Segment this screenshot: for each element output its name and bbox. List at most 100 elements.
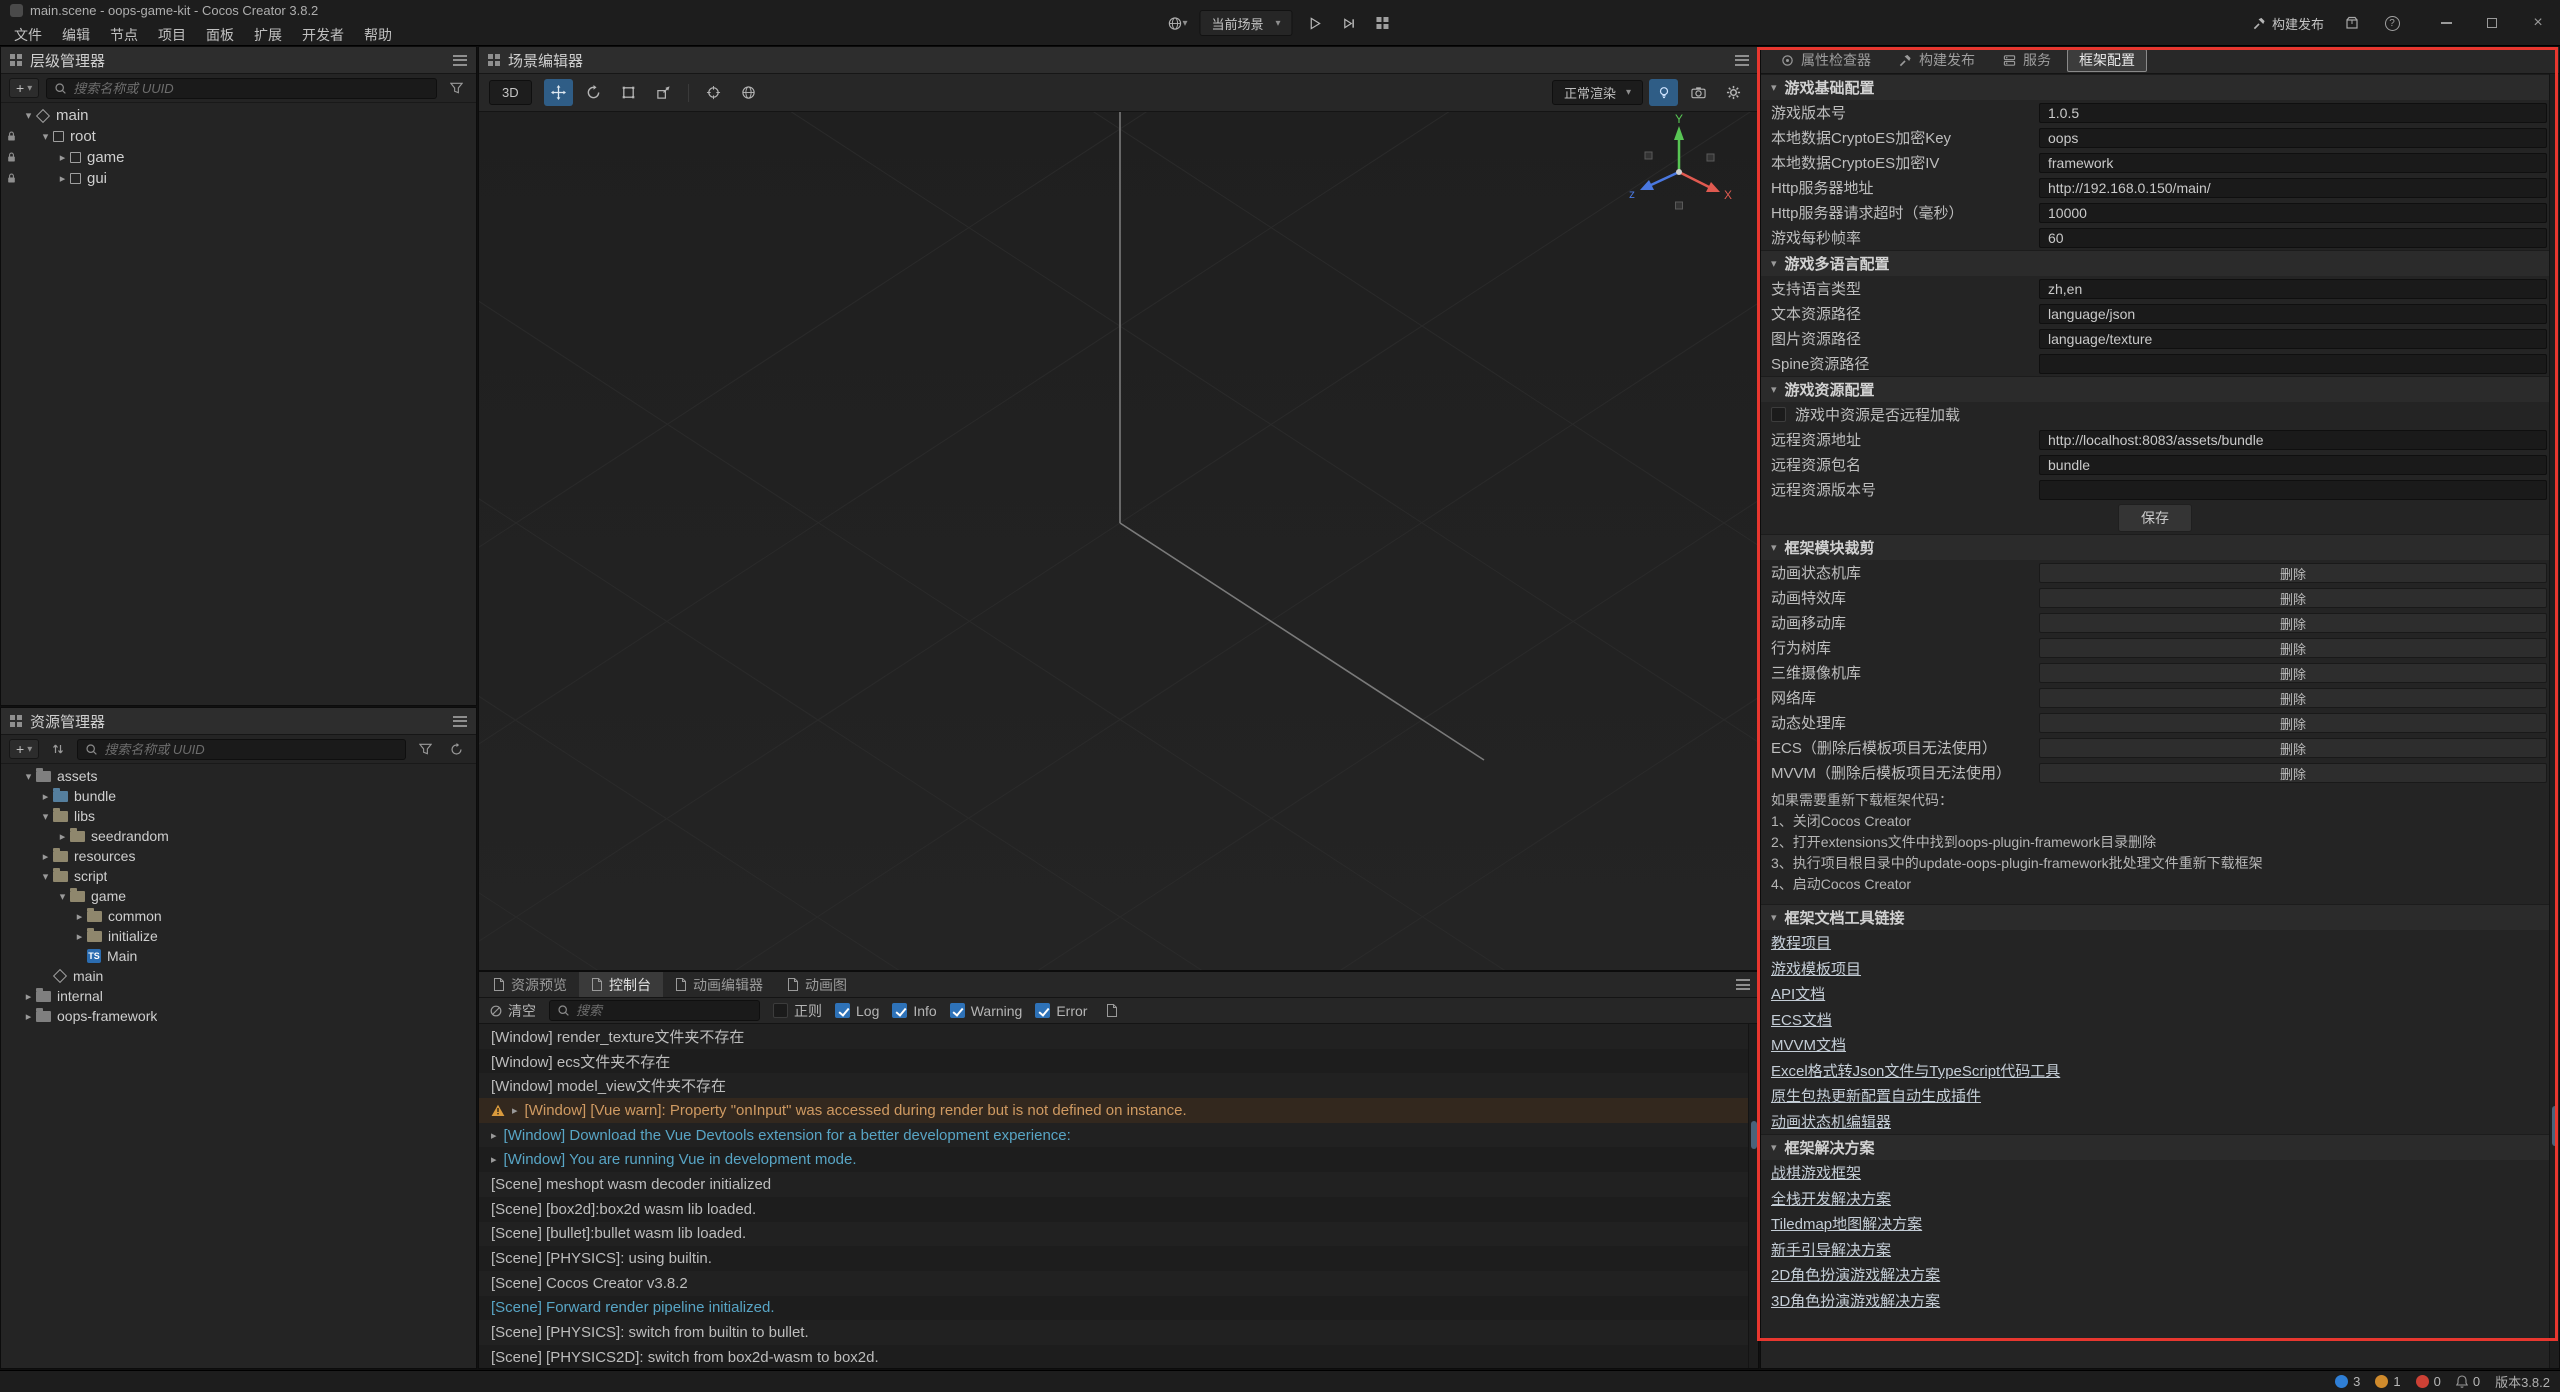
assets-menu-icon[interactable] xyxy=(453,716,467,727)
tree-item-game[interactable]: ▾game xyxy=(1,886,476,906)
menu-面板[interactable]: 面板 xyxy=(196,23,244,47)
filter-Error[interactable]: Error xyxy=(1035,1003,1087,1019)
section-header-resource[interactable]: ▾游戏资源配置 xyxy=(1761,376,2549,402)
doc-link[interactable]: MVVM文档 xyxy=(1771,1034,1846,1055)
inspector-tab-构建发布[interactable]: 构建发布 xyxy=(1887,49,1987,72)
solution-link[interactable]: Tiledmap地图解决方案 xyxy=(1771,1213,1922,1234)
tree-item-internal[interactable]: ▸internal xyxy=(1,986,476,1006)
property-input[interactable] xyxy=(2039,279,2547,299)
layout-button[interactable] xyxy=(1371,11,1395,35)
property-input[interactable] xyxy=(2039,153,2547,173)
tree-item-main[interactable]: ▾main xyxy=(1,105,476,126)
regex-toggle[interactable]: 正则 xyxy=(773,1001,822,1021)
menu-编辑[interactable]: 编辑 xyxy=(52,23,100,47)
console-tab-动画图[interactable]: 动画图 xyxy=(775,972,859,997)
world-local-toggle-button[interactable] xyxy=(734,79,763,106)
pivot-toggle-button[interactable] xyxy=(699,79,728,106)
filter-icon[interactable] xyxy=(413,737,437,761)
chevron-right-icon[interactable]: ▸ xyxy=(72,910,87,923)
log-row[interactable]: ▸[Window] [Vue warn]: Property "onInput"… xyxy=(479,1098,1758,1123)
console-menu-icon[interactable] xyxy=(1736,979,1750,990)
checkbox-icon[interactable] xyxy=(892,1003,907,1018)
tree-item-Main[interactable]: Main xyxy=(1,946,476,966)
delete-button[interactable]: 删除 xyxy=(2039,563,2547,583)
delete-button[interactable]: 删除 xyxy=(2039,663,2547,683)
scene-selector[interactable]: 当前场景▾ xyxy=(1199,10,1292,36)
checkbox-icon[interactable] xyxy=(950,1003,965,1018)
chevron-right-icon[interactable]: ▸ xyxy=(38,850,53,863)
delete-button[interactable]: 删除 xyxy=(2039,688,2547,708)
chevron-right-icon[interactable]: ▸ xyxy=(491,1153,497,1166)
log-row[interactable]: [Window] render_texture文件夹不存在 xyxy=(479,1024,1758,1049)
property-input[interactable] xyxy=(2039,455,2547,475)
delete-button[interactable]: 删除 xyxy=(2039,738,2547,758)
rotate-tool-button[interactable] xyxy=(579,79,608,106)
solution-link[interactable]: 新手引导解决方案 xyxy=(1771,1239,1891,1260)
scrollbar-thumb[interactable] xyxy=(2552,1106,2558,1146)
add-asset-button[interactable]: +▾ xyxy=(9,739,39,759)
hierarchy-search-input[interactable] xyxy=(73,81,429,96)
section-header-solutions[interactable]: ▾框架解决方案 xyxy=(1761,1134,2549,1160)
solution-link[interactable]: 全栈开发解决方案 xyxy=(1771,1188,1891,1209)
assets-search-input[interactable] xyxy=(104,742,398,757)
log-row[interactable]: [Scene] Forward render pipeline initiali… xyxy=(479,1296,1758,1321)
status-info-count[interactable]: 3 xyxy=(2335,1374,2360,1389)
play-button[interactable] xyxy=(1303,11,1327,35)
refresh-icon[interactable] xyxy=(444,737,468,761)
menu-节点[interactable]: 节点 xyxy=(100,23,148,47)
log-row[interactable]: [Scene] meshopt wasm decoder initialized xyxy=(479,1172,1758,1197)
chevron-down-icon[interactable]: ▾ xyxy=(55,890,70,903)
delete-button[interactable]: 删除 xyxy=(2039,713,2547,733)
delete-button[interactable]: 删除 xyxy=(2039,613,2547,633)
chevron-right-icon[interactable]: ▸ xyxy=(55,830,70,843)
open-log-file-icon[interactable] xyxy=(1100,999,1124,1023)
scrollbar-thumb[interactable] xyxy=(1751,1121,1757,1149)
console-scrollbar[interactable] xyxy=(1748,1024,1758,1368)
scene-menu-icon[interactable] xyxy=(1735,55,1749,66)
package-icon[interactable] xyxy=(2340,11,2364,35)
scene-viewport[interactable]: Y X z xyxy=(479,112,1758,970)
solution-link[interactable]: 战棋游戏框架 xyxy=(1771,1162,1861,1183)
property-input[interactable] xyxy=(2039,329,2547,349)
log-row[interactable]: [Scene] [PHYSICS]: using builtin. xyxy=(479,1246,1758,1271)
chevron-right-icon[interactable]: ▸ xyxy=(491,1129,497,1142)
inspector-tab-框架配置[interactable]: 框架配置 xyxy=(2067,49,2147,72)
chevron-right-icon[interactable]: ▸ xyxy=(21,1010,36,1023)
gear-icon[interactable] xyxy=(1719,79,1748,106)
log-row[interactable]: [Scene] [box2d]:box2d wasm lib loaded. xyxy=(479,1197,1758,1222)
log-row[interactable]: [Scene] [PHYSICS2D]: switch from box2d-w… xyxy=(479,1345,1758,1368)
doc-link[interactable]: Excel格式转Json文件与T​ypeScript代码工具 xyxy=(1771,1060,2060,1081)
property-input[interactable] xyxy=(2039,304,2547,324)
tree-item-initialize[interactable]: ▸initialize xyxy=(1,926,476,946)
log-row[interactable]: [Window] model_view文件夹不存在 xyxy=(479,1073,1758,1098)
doc-link[interactable]: API文档 xyxy=(1771,983,1825,1004)
menu-文件[interactable]: 文件 xyxy=(4,23,52,47)
section-header-base[interactable]: ▾游戏基础配置 xyxy=(1761,74,2549,100)
checkbox-icon[interactable] xyxy=(1035,1003,1050,1018)
inspector-scrollbar[interactable] xyxy=(2549,74,2559,1368)
chevron-right-icon[interactable]: ▸ xyxy=(72,930,87,943)
checkbox-icon[interactable] xyxy=(773,1003,788,1018)
step-button[interactable] xyxy=(1337,11,1361,35)
menu-开发者[interactable]: 开发者 xyxy=(292,23,354,47)
chevron-down-icon[interactable]: ▾ xyxy=(38,130,53,143)
menu-项目[interactable]: 项目 xyxy=(148,23,196,47)
inspector-tab-服务[interactable]: 服务 xyxy=(1991,49,2063,72)
property-input[interactable] xyxy=(2039,128,2547,148)
chevron-right-icon[interactable]: ▸ xyxy=(38,790,53,803)
mode-3d-button[interactable]: 3D xyxy=(489,80,532,105)
minimize-button[interactable] xyxy=(2434,11,2458,35)
log-row[interactable]: [Scene] [PHYSICS]: switch from builtin t… xyxy=(479,1320,1758,1345)
console-search-input[interactable] xyxy=(576,1003,752,1018)
tree-item-root[interactable]: ▾root xyxy=(1,126,476,147)
doc-link[interactable]: 动画状态机编辑器 xyxy=(1771,1111,1891,1132)
property-input[interactable] xyxy=(2039,203,2547,223)
sort-icon[interactable] xyxy=(46,737,70,761)
status-warning-count[interactable]: 1 xyxy=(2375,1374,2400,1389)
tree-item-libs[interactable]: ▾libs xyxy=(1,806,476,826)
chevron-right-icon[interactable]: ▸ xyxy=(512,1104,518,1117)
tree-item-game[interactable]: ▸game xyxy=(1,147,476,168)
section-header-modules[interactable]: ▾框架模块裁剪 xyxy=(1761,534,2549,560)
chevron-right-icon[interactable]: ▸ xyxy=(55,151,70,164)
filter-Warning[interactable]: Warning xyxy=(950,1003,1023,1019)
